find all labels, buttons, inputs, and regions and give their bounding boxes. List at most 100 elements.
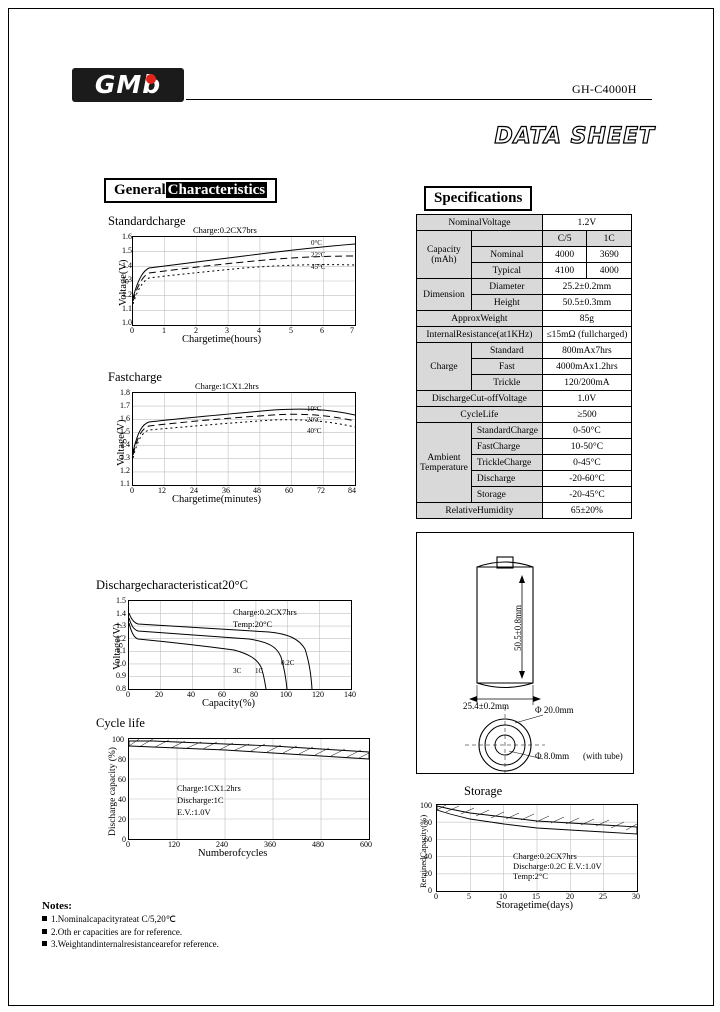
- ytick-7: 1.1: [120, 479, 130, 488]
- table-row: Dimension Diameter 25.2±0.2mm: [416, 278, 633, 311]
- xtick-1: 5: [467, 892, 471, 901]
- characteristics-word: Characteristics: [165, 182, 268, 198]
- chart-title: Fastcharge: [108, 370, 162, 384]
- ytick-3: 40: [118, 795, 126, 804]
- plot-area: Charge:0.2CX7hrs Temp:20°C 0.2C 1C 3C: [128, 600, 352, 690]
- spec-label-charge: Charge: [416, 342, 472, 391]
- table-row: Capacity (mAh) C/5 1C: [416, 230, 632, 279]
- bullet-icon: [42, 916, 47, 921]
- xtick-6: 72: [317, 486, 325, 495]
- xtick-5: 60: [285, 486, 293, 495]
- spec-value-nominal-voltage: 1.2V: [541, 214, 633, 231]
- plot-svg: [128, 738, 370, 839]
- outer-diameter-label: Φ 20.0mm: [535, 705, 574, 715]
- xtick-6: 6: [320, 326, 324, 335]
- ytick-0: 1.6: [122, 232, 132, 241]
- plot-area: Charge:1CX1.2hrs Discharge:1C E.V.:1.0V: [128, 738, 370, 840]
- spec-sub-height: Height: [470, 294, 543, 311]
- spec-sub-standard: Standard: [470, 342, 543, 359]
- xtick-0: 0: [126, 840, 130, 849]
- inner-diameter-label: Φ 8.0mm: [535, 751, 570, 761]
- plot-svg: [132, 393, 356, 485]
- spec-label-relative-humidity: RelativeHumidity: [416, 502, 543, 519]
- y-axis-label: RetainedCapacity(%): [418, 814, 428, 888]
- ytick-0: 100: [112, 735, 124, 744]
- x-axis-label: Numberofcycles: [198, 848, 268, 859]
- spec-value-trickle-charge-temp: 0-45°C: [541, 454, 633, 471]
- logo-text: GMb: [94, 70, 162, 99]
- notes-block: Notes: 1.Nominalcapacityrateat C/5,20℃ 2…: [42, 900, 372, 949]
- spec-sub-diameter: Diameter: [470, 278, 543, 295]
- spec-value-cutoff-voltage: 1.0V: [541, 390, 633, 407]
- with-tube-label: (with tube): [583, 751, 623, 761]
- chart-cycle-life: Cycle life Charge:1CX1.2hrs Discharge:1C…: [86, 716, 376, 866]
- spec-value-fast-charge-temp: 10-50°C: [541, 438, 633, 455]
- spec-label-capacity: Capacity (mAh): [416, 230, 472, 279]
- spec-label-internal-resistance: InternalResistance(at1KHz): [416, 326, 543, 343]
- xtick-0: 0: [130, 486, 134, 495]
- spec-label-cutoff-voltage: DischargeCut-offVoltage: [416, 390, 543, 407]
- spec-value-height: 50.5±0.3mm: [541, 294, 633, 311]
- ytick-7: 0.8: [116, 684, 126, 693]
- xtick-5: 5: [289, 326, 293, 335]
- ytick-1: 1.7: [120, 401, 130, 410]
- spec-typical-1c: 4000: [586, 262, 632, 279]
- plot-area: Charge:0.2CX7hrs Discharge:0.2C E.V.:1.0…: [436, 804, 638, 892]
- xtick-1: 20: [155, 690, 163, 699]
- chart-title: Cycle life: [96, 716, 145, 730]
- series-label-10c: 10°C: [307, 405, 322, 413]
- bullet-icon: [42, 941, 47, 946]
- specifications-table: NominalVoltage 1.2V Capacity (mAh) C/5 1C…: [416, 214, 633, 519]
- ytick-6: 0.9: [116, 671, 126, 680]
- mechanical-drawing: 50.5±0.8mm 25.4±0.2mm Φ 20.0mm Φ 8.0mm (…: [416, 532, 634, 774]
- spec-label-dimension: Dimension: [416, 278, 472, 311]
- spec-sub-discharge-temp: Discharge: [470, 470, 543, 487]
- spec-nominal-1c: 3690: [586, 246, 632, 263]
- xtick-7: 84: [348, 486, 356, 495]
- series-label-45c: 45°C: [311, 263, 326, 271]
- model-number: GH-C4000H: [572, 82, 637, 96]
- chart-note: Charge:1CX1.2hrs: [193, 381, 261, 391]
- ytick-1: 1.5: [122, 246, 132, 255]
- note-item-2: 2.Oth er capacities are for reference.: [51, 927, 183, 937]
- plot-area: Charge:1CX1.2hrs 10°C 20°C 40°C: [132, 381, 356, 486]
- table-row: Ambient Temperature StandardCharge 0-50°C: [416, 422, 633, 503]
- ytick-6: 1.2: [120, 466, 130, 475]
- spec-value-fast-charge: 4000mAx1.2hrs: [541, 358, 633, 375]
- spec-typical-c5: 4100: [541, 262, 588, 279]
- xtick-2: 40: [187, 690, 195, 699]
- x-axis-label: Storagetime(days): [496, 900, 573, 911]
- spec-label-nominal-voltage: NominalVoltage: [416, 214, 543, 231]
- spec-value-trickle-charge: 120/200mA: [541, 374, 633, 391]
- y-axis-label: Discharge capacity (%): [108, 747, 118, 836]
- chart-note-3: E.V.:1.0V: [177, 807, 211, 817]
- general-word: General: [114, 182, 166, 198]
- spec-sub-fast-charge-temp: FastCharge: [470, 438, 543, 455]
- chart-note-3: Temp:2°C: [513, 871, 548, 881]
- table-row: RelativeHumidity 65±20%: [416, 502, 633, 519]
- spec-value-standard-charge: 800mAx7hrs: [541, 342, 633, 359]
- notes-title: Notes:: [42, 900, 72, 912]
- spec-value-internal-resistance: ≤15mΩ (fullcharged): [541, 326, 633, 343]
- spec-sub-storage-temp: Storage: [470, 486, 543, 503]
- x-axis-label: Chargetime(hours): [182, 334, 262, 345]
- chart-fast-charge: Fastcharge Charge:1CX1.2hrs 10°C 20°C 40…: [104, 370, 364, 510]
- y-axis-label: Voltage(V): [116, 419, 127, 466]
- xtick-6: 120: [312, 690, 324, 699]
- y-axis-label: Voltage(V): [112, 623, 123, 670]
- chart-note-2: Temp:20°C: [233, 619, 273, 629]
- xtick-0: 0: [130, 326, 134, 335]
- ytick-1: 1.4: [116, 609, 126, 618]
- chart-note-1: Charge:0.2CX7hrs: [233, 607, 297, 617]
- datasheet-heading: DATA SHEET: [494, 123, 655, 149]
- specifications-label: Specifications: [434, 190, 523, 206]
- xtick-1: 12: [158, 486, 166, 495]
- table-row: Charge Standard 800mAx7hrs: [416, 342, 633, 391]
- xtick-5: 25: [599, 892, 607, 901]
- chart-note-2: Discharge:0.2C E.V.:1.0V: [513, 861, 602, 871]
- spec-sub-trickle: Trickle: [470, 374, 543, 391]
- table-row: DischargeCut-offVoltage 1.0V: [416, 390, 633, 407]
- logo-dot-icon: [146, 74, 156, 84]
- xtick-7: 140: [344, 690, 356, 699]
- xtick-7: 7: [350, 326, 354, 335]
